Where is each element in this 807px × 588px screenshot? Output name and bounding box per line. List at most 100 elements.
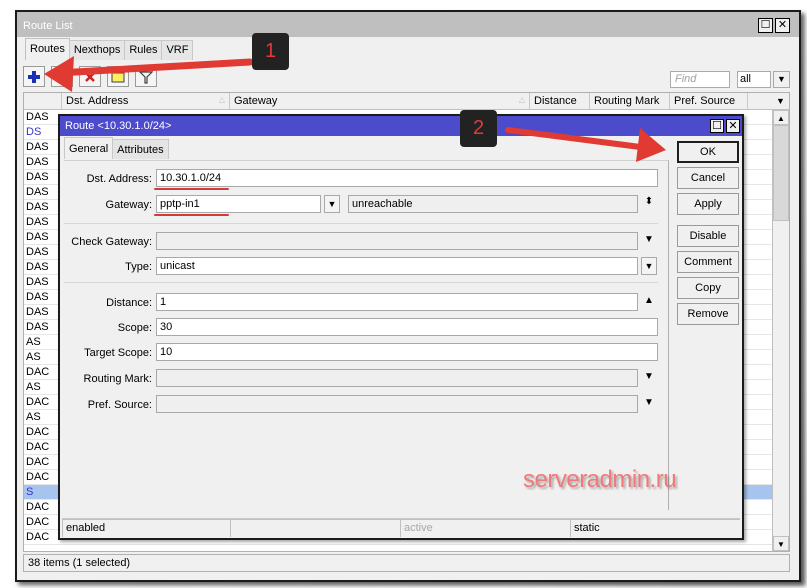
- row-flags: DAS: [26, 201, 49, 213]
- row-flags: DAS: [26, 171, 49, 183]
- routing-mark-field[interactable]: [156, 369, 638, 387]
- col-pref-source[interactable]: Pref. Source: [670, 93, 748, 110]
- row-flags: DAC: [26, 531, 50, 543]
- disable-button[interactable]: [79, 66, 101, 87]
- check-icon: [56, 71, 68, 83]
- gateway-field[interactable]: pptp-in1: [156, 195, 321, 213]
- row-flags: DAC: [26, 441, 50, 453]
- type-label: Type:: [125, 261, 152, 273]
- filter-select-dropdown[interactable]: ▼: [773, 71, 790, 88]
- find-input[interactable]: Find: [670, 71, 730, 88]
- disable-button[interactable]: Disable: [677, 225, 739, 247]
- updown-icon[interactable]: ⬍: [642, 196, 656, 207]
- row-flags: AS: [26, 351, 41, 363]
- tab-vrf[interactable]: VRF: [161, 40, 194, 60]
- gateway-dropdown-button[interactable]: ▼: [324, 195, 340, 213]
- row-flags: DS: [26, 126, 42, 138]
- col-gateway[interactable]: Gateway △: [230, 93, 530, 110]
- pref-source-field[interactable]: [156, 395, 638, 413]
- row-flags: DAS: [26, 156, 49, 168]
- tab-attributes[interactable]: Attributes: [112, 139, 169, 159]
- dialog-tabs: General Attributes: [64, 137, 169, 159]
- row-flags: DAC: [26, 366, 50, 378]
- filter-select[interactable]: all: [737, 71, 771, 88]
- tab-general[interactable]: General: [64, 137, 114, 159]
- comment-button[interactable]: Comment: [677, 251, 739, 273]
- col-distance[interactable]: Distance: [530, 93, 590, 110]
- dropdown-icon: ▼: [777, 74, 786, 84]
- row-flags: DAS: [26, 306, 49, 318]
- underline-annotation: [154, 214, 229, 216]
- close-button[interactable]: ✕: [775, 18, 790, 33]
- collapse-icon[interactable]: ▲: [642, 295, 656, 306]
- dropdown-icon: ▼: [644, 261, 654, 271]
- dialog-maximize-button[interactable]: ☐: [710, 119, 724, 133]
- row-flags: DAS: [26, 141, 49, 153]
- row-flags: DAS: [26, 291, 49, 303]
- tab-nexthops[interactable]: Nexthops: [68, 40, 126, 60]
- row-flags: AS: [26, 381, 41, 393]
- vertical-scrollbar[interactable]: ▲ ▼: [772, 110, 789, 551]
- row-flags: S: [26, 486, 34, 498]
- dialog-close-button[interactable]: ✕: [726, 119, 740, 133]
- gateway-label: Gateway:: [105, 199, 152, 211]
- scroll-down-button[interactable]: ▼: [773, 536, 789, 551]
- distance-label: Distance:: [106, 297, 152, 309]
- comment-button[interactable]: [107, 66, 129, 87]
- type-dropdown-button[interactable]: ▼: [641, 257, 657, 275]
- tab-routes[interactable]: Routes: [25, 38, 70, 60]
- row-flags: DAS: [26, 231, 49, 243]
- routing-mark-label: Routing Mark:: [83, 373, 152, 385]
- col-dst-address[interactable]: Dst. Address △: [62, 93, 230, 110]
- copy-button[interactable]: Copy: [677, 277, 739, 299]
- ok-button[interactable]: OK: [677, 141, 739, 163]
- enable-button[interactable]: [51, 66, 73, 87]
- table-header: Dst. Address △ Gateway △ Distance Routing …: [24, 93, 789, 110]
- dropdown-icon[interactable]: ▼: [642, 397, 656, 408]
- row-flags: DAC: [26, 426, 50, 438]
- dropdown-icon: ▼: [776, 96, 785, 106]
- scope-field[interactable]: 30: [156, 318, 658, 336]
- cancel-button[interactable]: Cancel: [677, 167, 739, 189]
- dst-address-label: Dst. Address:: [86, 173, 152, 185]
- separator: [64, 223, 658, 224]
- check-gateway-field[interactable]: [156, 232, 638, 250]
- row-flags: DAC: [26, 501, 50, 513]
- underline-annotation: [154, 188, 229, 190]
- column-menu-button[interactable]: ▼: [772, 93, 789, 110]
- filter-button[interactable]: [135, 66, 157, 87]
- toolbar: [23, 66, 157, 88]
- dropdown-icon[interactable]: ▼: [642, 234, 656, 245]
- type-field[interactable]: unicast: [156, 257, 638, 275]
- dropdown-icon[interactable]: ▼: [642, 371, 656, 382]
- status-enabled: enabled: [62, 519, 230, 537]
- sort-icon: △: [518, 95, 525, 104]
- tab-rules[interactable]: Rules: [124, 40, 163, 60]
- maximize-icon: ☐: [712, 120, 722, 132]
- sort-icon: △: [218, 95, 225, 104]
- row-flags: DAC: [26, 471, 50, 483]
- status-static: static: [570, 519, 740, 537]
- status-empty: [230, 519, 400, 537]
- status-active: active: [400, 519, 570, 537]
- target-scope-field[interactable]: 10: [156, 343, 658, 361]
- scroll-up-button[interactable]: ▲: [773, 110, 789, 125]
- check-gateway-label: Check Gateway:: [71, 236, 152, 248]
- col-routing-mark[interactable]: Routing Mark: [590, 93, 670, 110]
- add-button[interactable]: [23, 66, 45, 87]
- row-flags: DAS: [26, 186, 49, 198]
- scroll-thumb[interactable]: [773, 125, 789, 221]
- row-flags: DAS: [26, 276, 49, 288]
- separator: [64, 282, 658, 283]
- col-flags[interactable]: [24, 93, 62, 110]
- remove-button[interactable]: Remove: [677, 303, 739, 325]
- row-flags: AS: [26, 336, 41, 348]
- dst-address-field[interactable]: 10.30.1.0/24: [156, 169, 658, 187]
- distance-field[interactable]: 1: [156, 293, 638, 311]
- row-flags: DAC: [26, 456, 50, 468]
- row-flags: DAC: [26, 516, 50, 528]
- maximize-button[interactable]: ☐: [758, 18, 773, 33]
- col-gateway-label: Gateway: [234, 95, 278, 107]
- apply-button[interactable]: Apply: [677, 193, 739, 215]
- row-flags: DAS: [26, 321, 49, 333]
